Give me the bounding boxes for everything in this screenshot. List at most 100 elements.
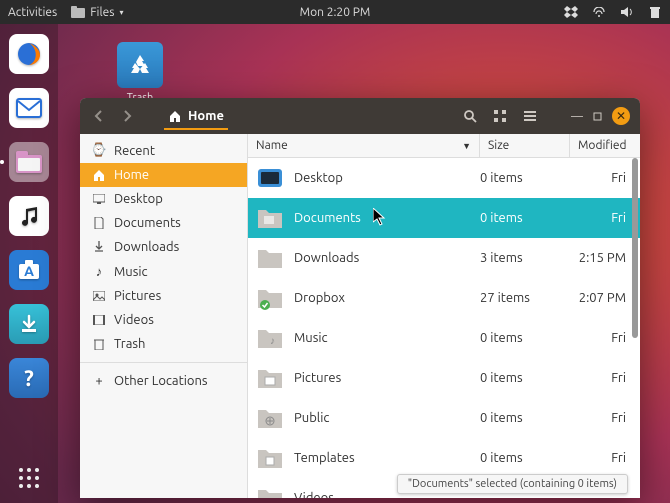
file-name: Desktop [294, 171, 480, 185]
file-name: Music [294, 331, 480, 345]
search-button[interactable] [460, 109, 480, 123]
sidebar-item-label: Recent [114, 144, 155, 158]
file-name: Templates [294, 451, 480, 465]
file-name: Public [294, 411, 480, 425]
minimize-button[interactable]: — [572, 111, 582, 121]
column-headers[interactable]: Name▼ Size Modified [248, 134, 640, 158]
maximize-button[interactable] [592, 111, 602, 121]
file-size: 0 items [480, 211, 570, 225]
file-size: 0 items [480, 451, 570, 465]
file-name: Dropbox [294, 291, 480, 305]
files-icon [71, 5, 85, 19]
dock-files[interactable] [9, 142, 49, 182]
dock-help[interactable]: ? [9, 358, 49, 398]
file-row-dropbox[interactable]: Dropbox 27 items 2:07 PM [248, 278, 640, 318]
desktop-icon [92, 194, 106, 204]
close-button[interactable]: ✕ [612, 107, 630, 125]
file-name: Downloads [294, 251, 480, 265]
home-icon [168, 110, 182, 122]
sidebar-item-label: Downloads [114, 240, 179, 254]
sidebar-item-recent[interactable]: ⌚ Recent [80, 138, 247, 163]
file-size: 0 items [480, 331, 570, 345]
forward-button[interactable] [118, 107, 136, 125]
dock-mail[interactable] [9, 88, 49, 128]
home-icon [92, 170, 106, 181]
desktop-trash[interactable]: Trash [110, 42, 170, 104]
video-icon [92, 315, 106, 325]
file-row-music[interactable]: ♪ Music 0 items Fri [248, 318, 640, 358]
activities-button[interactable]: Activities [8, 6, 57, 19]
folder-icon [256, 244, 284, 272]
file-row-documents[interactable]: Documents 0 items Fri [248, 198, 640, 238]
plus-icon: + [92, 374, 106, 388]
titlebar[interactable]: Home — ✕ [80, 98, 640, 134]
hamburger-menu-button[interactable] [520, 110, 540, 122]
recycle-icon [126, 51, 154, 79]
dock-software[interactable]: A [9, 250, 49, 290]
view-grid-button[interactable] [490, 109, 510, 123]
sidebar-item-label: Other Locations [114, 374, 208, 388]
file-modified: Fri [570, 211, 632, 225]
app-menu[interactable]: Files ▾ [71, 5, 123, 19]
file-list[interactable]: Desktop 0 items Fri Documents 0 items Fr… [248, 158, 640, 498]
file-size: 0 items [480, 371, 570, 385]
column-size[interactable]: Size [480, 134, 570, 157]
clock[interactable]: Mon 2:20 PM [300, 6, 371, 19]
sidebar-item-music[interactable]: ♪Music [80, 259, 247, 284]
status-bar: "Documents" selected (containing 0 items… [397, 474, 628, 494]
file-row-desktop[interactable]: Desktop 0 items Fri [248, 158, 640, 198]
column-name[interactable]: Name▼ [248, 134, 480, 157]
file-row-templates[interactable]: Templates 0 items Fri [248, 438, 640, 478]
dock-firefox[interactable] [9, 34, 49, 74]
sidebar-item-trash[interactable]: Trash [80, 332, 247, 356]
dock-music[interactable] [9, 196, 49, 236]
file-pane: Name▼ Size Modified Desktop 0 items Fri … [248, 134, 640, 498]
scrollbar[interactable] [632, 158, 638, 338]
trash-tray-icon[interactable] [648, 5, 662, 19]
network-icon[interactable] [592, 5, 606, 19]
app-menu-label: Files [90, 6, 114, 19]
folder-icon [256, 484, 284, 498]
desktop-folder-icon [256, 164, 284, 192]
public-folder-icon [256, 404, 284, 432]
file-row-pictures[interactable]: Pictures 0 items Fri [248, 358, 640, 398]
sidebar-item-label: Music [114, 265, 148, 279]
path-bar[interactable]: Home [164, 103, 228, 130]
file-modified: 2:07 PM [570, 291, 632, 305]
sidebar-item-downloads[interactable]: Downloads [80, 235, 247, 259]
file-modified: Fri [570, 171, 632, 185]
volume-icon[interactable] [620, 5, 634, 19]
file-modified: Fri [570, 411, 632, 425]
sidebar-item-pictures[interactable]: Pictures [80, 284, 247, 308]
file-row-public[interactable]: Public 0 items Fri [248, 398, 640, 438]
templates-folder-icon [256, 444, 284, 472]
back-button[interactable] [90, 107, 108, 125]
music-folder-icon: ♪ [256, 324, 284, 352]
sidebar-item-label: Pictures [114, 289, 161, 303]
sidebar-other-locations[interactable]: + Other Locations [80, 369, 247, 393]
top-bar: Activities Files ▾ Mon 2:20 PM [0, 0, 670, 24]
dock: A ? [0, 24, 58, 503]
file-size: 3 items [480, 251, 570, 265]
sidebar: ⌚ Recent Home Desktop Documents Downloads… [80, 134, 248, 498]
file-row-downloads[interactable]: Downloads 3 items 2:15 PM [248, 238, 640, 278]
dropbox-tray-icon[interactable] [564, 5, 578, 19]
doc-icon [92, 217, 106, 229]
apps-grid-button[interactable] [0, 453, 58, 503]
sidebar-item-home[interactable]: Home [80, 163, 247, 187]
file-modified: 2:15 PM [570, 251, 632, 265]
column-modified[interactable]: Modified [570, 134, 640, 157]
file-size: 27 items [480, 291, 570, 305]
sidebar-item-label: Home [114, 168, 149, 182]
dock-downloads[interactable] [9, 304, 49, 344]
file-modified: Fri [570, 371, 632, 385]
sidebar-item-videos[interactable]: Videos [80, 308, 247, 332]
file-modified: Fri [570, 451, 632, 465]
clock-icon: ⌚ [92, 143, 106, 158]
sidebar-item-label: Videos [114, 313, 154, 327]
sidebar-item-desktop[interactable]: Desktop [80, 187, 247, 211]
file-size: 0 items [480, 411, 570, 425]
file-name: Documents [294, 211, 480, 225]
sidebar-item-documents[interactable]: Documents [80, 211, 247, 235]
sidebar-item-label: Documents [114, 216, 181, 230]
